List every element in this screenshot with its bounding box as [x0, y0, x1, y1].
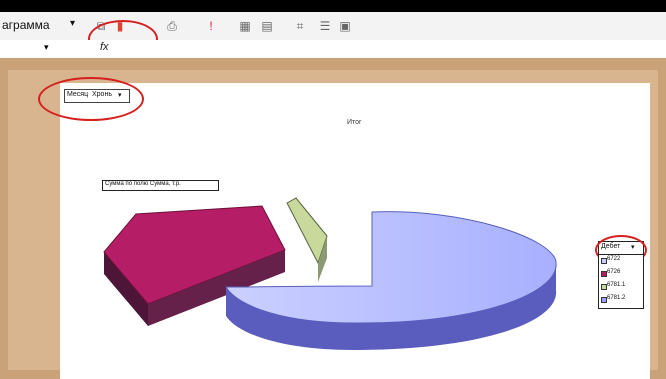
legend-item: 6726	[599, 268, 643, 280]
pie-chart	[103, 197, 557, 351]
legend-item-label: 6722	[607, 256, 621, 262]
legend-item-label: 6726	[607, 269, 621, 275]
legend-item-label: 6781.1	[607, 282, 626, 288]
legend-item: 6781.1	[599, 281, 643, 293]
legend-item: 6722	[599, 255, 643, 267]
legend-item: 6781.2	[599, 294, 643, 306]
legend-box: 6722 6726 6781.1 6781.2	[598, 254, 644, 309]
pie-slice-678-1-top	[286, 197, 328, 265]
legend-item-label: 6781.2	[607, 295, 626, 301]
